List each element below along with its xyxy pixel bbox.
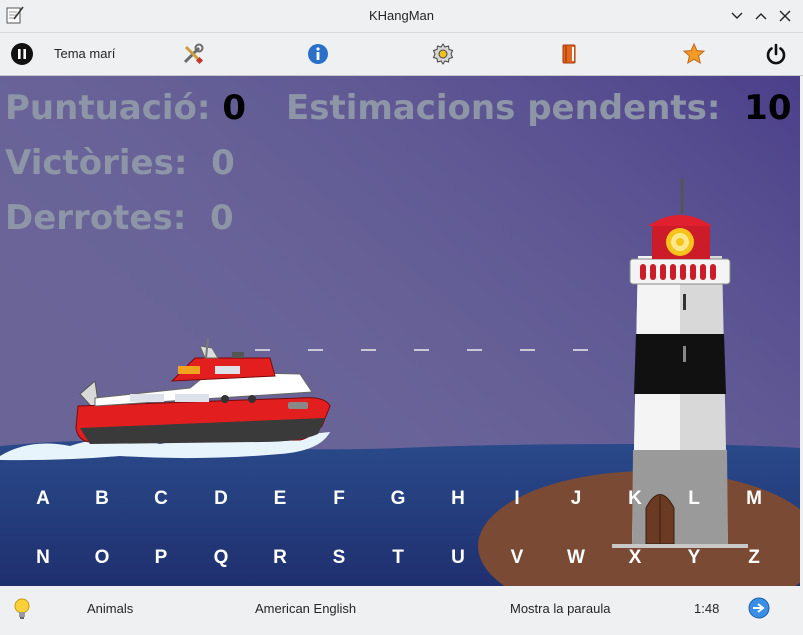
key-z[interactable]: Z xyxy=(734,543,774,573)
losses-display: Derrotes: 0 xyxy=(5,198,234,238)
key-f[interactable]: F xyxy=(319,484,359,514)
minimize-icon[interactable] xyxy=(729,8,745,24)
category-status[interactable]: Animals xyxy=(87,601,133,616)
key-h[interactable]: H xyxy=(438,484,478,514)
tools-button[interactable] xyxy=(180,41,206,67)
key-x[interactable]: X xyxy=(615,543,655,573)
info-icon xyxy=(308,44,328,64)
lightbulb-icon[interactable] xyxy=(12,597,32,621)
score-display: Puntuació: 0 xyxy=(5,88,246,128)
maximize-icon[interactable] xyxy=(753,8,769,24)
wins-display: Victòries: 0 xyxy=(5,143,235,183)
key-n[interactable]: N xyxy=(23,543,63,573)
score-value: 0 xyxy=(222,88,247,128)
dictionary-button[interactable] xyxy=(556,41,582,67)
key-y[interactable]: Y xyxy=(674,543,714,573)
key-v[interactable]: V xyxy=(497,543,537,573)
show-word-button[interactable]: Mostra la paraula xyxy=(510,601,610,616)
language-status[interactable]: American English xyxy=(255,601,356,616)
key-k[interactable]: K xyxy=(615,484,655,514)
book-icon xyxy=(562,44,576,64)
settings-icon xyxy=(432,43,454,65)
status-bar: Animals American English Mostra la parau… xyxy=(0,587,803,635)
toolbar: Tema marí xyxy=(0,33,803,76)
title-bar: KHangMan xyxy=(0,0,803,33)
star-icon xyxy=(682,42,706,65)
pause-icon xyxy=(11,43,33,65)
key-a[interactable]: A xyxy=(23,484,63,514)
score-label: Puntuació: xyxy=(5,88,211,128)
close-icon[interactable] xyxy=(777,8,793,24)
key-u[interactable]: U xyxy=(438,543,478,573)
game-scene: Puntuació: 0 Estimacions pendents: 10 Vi… xyxy=(0,76,800,586)
key-o[interactable]: O xyxy=(82,543,122,573)
pending-guesses-display: Estimacions pendents: 10 xyxy=(286,88,792,128)
key-r[interactable]: R xyxy=(260,543,300,573)
key-q[interactable]: Q xyxy=(201,543,241,573)
favorites-button[interactable] xyxy=(681,41,707,67)
key-g[interactable]: G xyxy=(378,484,418,514)
timer: 1:48 xyxy=(694,601,720,616)
losses-label: Derrotes: xyxy=(5,198,187,238)
key-l[interactable]: L xyxy=(674,484,714,514)
key-e[interactable]: E xyxy=(260,484,300,514)
info-button[interactable] xyxy=(305,41,331,67)
pending-value: 10 xyxy=(744,88,792,128)
tools-icon xyxy=(183,43,204,65)
key-t[interactable]: T xyxy=(378,543,418,573)
key-b[interactable]: B xyxy=(82,484,122,514)
key-m[interactable]: M xyxy=(734,484,774,514)
losses-value: 0 xyxy=(210,198,234,238)
key-c[interactable]: C xyxy=(141,484,181,514)
wins-label: Victòries: xyxy=(5,143,188,183)
wins-value: 0 xyxy=(211,143,235,183)
next-arrow-icon[interactable] xyxy=(748,597,770,619)
power-icon xyxy=(766,43,786,65)
key-p[interactable]: P xyxy=(141,543,181,573)
key-w[interactable]: W xyxy=(556,543,596,573)
settings-button[interactable] xyxy=(430,41,456,67)
key-i[interactable]: I xyxy=(497,484,537,514)
pending-label: Estimacions pendents: xyxy=(286,88,721,128)
key-d[interactable]: D xyxy=(201,484,241,514)
key-s[interactable]: S xyxy=(319,543,359,573)
quit-button[interactable] xyxy=(763,41,789,67)
window-title: KHangMan xyxy=(368,8,435,23)
category-selector[interactable]: Tema marí xyxy=(54,46,115,61)
key-j[interactable]: J xyxy=(556,484,596,514)
pause-button[interactable] xyxy=(9,41,35,67)
